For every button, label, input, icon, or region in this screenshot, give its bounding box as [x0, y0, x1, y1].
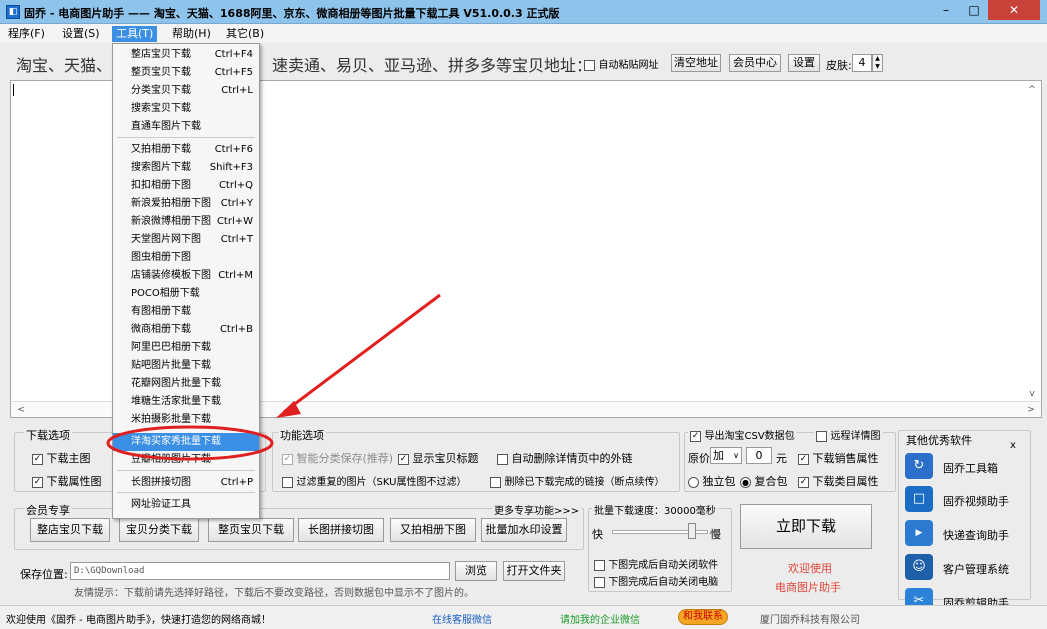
- annotation-overlay: [106, 293, 441, 461]
- highlight-ellipse: [106, 425, 274, 461]
- annotation-arrow-line: [283, 293, 441, 414]
